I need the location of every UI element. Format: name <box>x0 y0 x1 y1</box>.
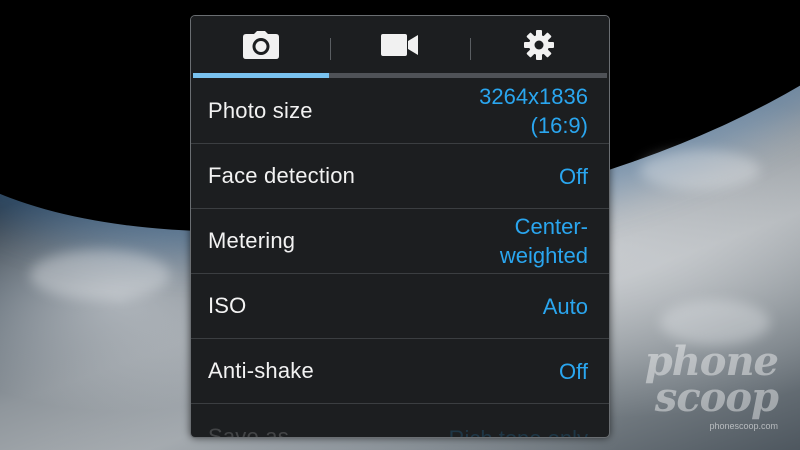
setting-value: 3264x1836 (16:9) <box>479 82 588 140</box>
setting-anti-shake[interactable]: Anti-shake Off <box>191 338 609 403</box>
setting-value-line-2: weighted <box>499 243 588 268</box>
setting-label: Anti-shake <box>208 358 314 383</box>
setting-value: Auto <box>542 293 588 319</box>
setting-value-line-1: 3264x1836 <box>479 83 588 109</box>
phonescoop-watermark: phone scoop phonescoop.com <box>645 342 779 432</box>
setting-value: Off <box>559 163 588 189</box>
cloud <box>30 250 170 300</box>
setting-value-line-2: (16:9) <box>530 112 588 138</box>
camera-icon <box>242 30 280 64</box>
cloud <box>640 150 760 190</box>
setting-value-line-1: Center- <box>514 214 588 239</box>
gear-icon <box>524 29 555 65</box>
watermark-line-2: scoop <box>654 374 779 421</box>
setting-face-detection[interactable]: Face detection Off <box>191 143 609 208</box>
setting-label: Save as <box>208 424 289 438</box>
video-camera-icon <box>380 33 419 61</box>
setting-value: Center- weighted <box>500 212 588 270</box>
tab-settings[interactable] <box>469 16 609 78</box>
tab-camera[interactable] <box>191 16 330 78</box>
setting-iso[interactable]: ISO Auto <box>191 273 609 338</box>
setting-save-as[interactable]: Save as Rich tone only <box>191 403 609 438</box>
setting-label: ISO <box>208 293 247 318</box>
setting-label: Face detection <box>208 163 356 188</box>
camera-settings-panel: Photo size 3264x1836 (16:9) Face detecti… <box>190 15 610 438</box>
setting-label: Photo size <box>208 97 313 123</box>
settings-list: Photo size 3264x1836 (16:9) Face detecti… <box>191 78 609 438</box>
camera-viewfinder: phone scoop phonescoop.com Photo size 32… <box>0 0 800 450</box>
settings-tab-bar <box>191 16 609 78</box>
tab-video[interactable] <box>330 16 469 78</box>
setting-value: Off <box>559 358 588 384</box>
watermark-site: phonescoop.com <box>709 421 778 431</box>
setting-metering[interactable]: Metering Center- weighted <box>191 208 609 273</box>
setting-label: Metering <box>208 228 296 253</box>
setting-value: Rich tone only <box>449 424 588 437</box>
setting-photo-size[interactable]: Photo size 3264x1836 (16:9) <box>191 78 609 143</box>
